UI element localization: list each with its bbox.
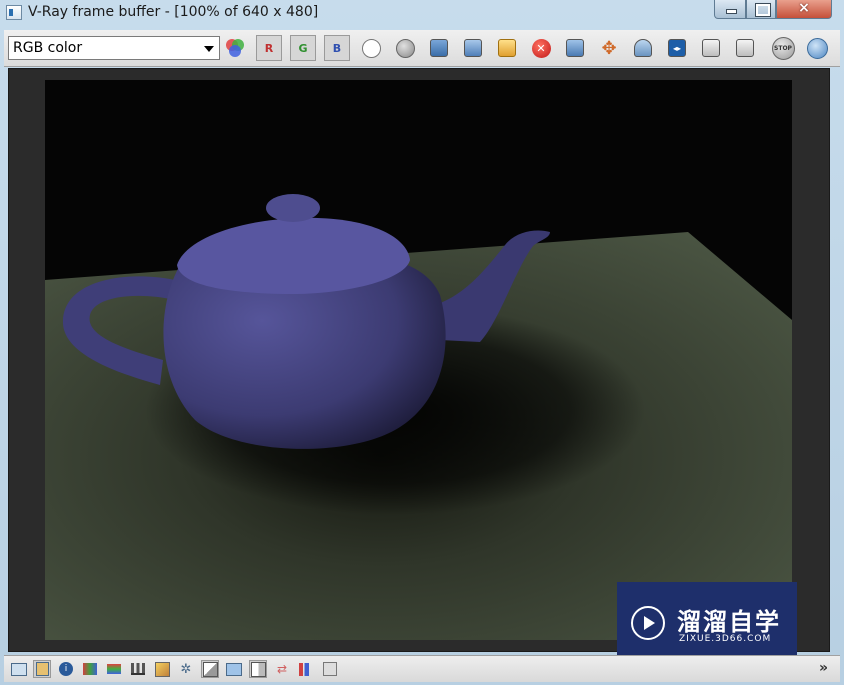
red-channel-label: R — [264, 41, 274, 55]
close-icon: × — [798, 0, 810, 16]
levels-icon[interactable] — [105, 660, 123, 678]
vray-frame-buffer-window: V-Ray frame buffer - [100% of 640 x 480]… — [0, 0, 844, 685]
save-image-button[interactable] — [426, 35, 452, 61]
show-history-icon — [736, 39, 754, 57]
link-to-max-fb-button[interactable]: ◂▸ — [664, 35, 690, 61]
info-icon[interactable]: i — [57, 660, 75, 678]
link-to-max-fb-icon: ◂▸ — [668, 39, 686, 57]
minimize-button[interactable] — [714, 0, 746, 19]
white-display-icon — [361, 38, 381, 58]
green-channel-button[interactable]: G — [290, 35, 316, 61]
title-bar[interactable]: V-Ray frame buffer - [100% of 640 x 480]… — [0, 0, 844, 28]
h-icon[interactable]: ⇄ — [273, 660, 291, 678]
watermark-title: 溜溜自学 — [677, 608, 781, 636]
settings-icon[interactable]: ✲ — [177, 660, 195, 678]
watermark-subtitle: ZIXUE.3D66.COM — [679, 634, 772, 644]
save-all-channels-button[interactable] — [460, 35, 486, 61]
alpha-display-icon — [395, 38, 415, 58]
compare-ab-icon[interactable] — [201, 660, 219, 678]
render-last-icon — [806, 37, 828, 59]
play-logo-icon — [631, 606, 665, 640]
stop-render-button[interactable]: STOP — [770, 35, 796, 61]
white-display-button[interactable] — [358, 35, 384, 61]
alpha-display-button[interactable] — [392, 35, 418, 61]
display-panel-icon[interactable] — [10, 660, 28, 678]
blue-channel-label: B — [332, 41, 342, 55]
horizontal-split-icon[interactable] — [249, 660, 267, 678]
color-corrections-icon[interactable] — [33, 660, 51, 678]
curve-icon[interactable] — [153, 660, 171, 678]
color-channels-icon — [226, 39, 244, 57]
blue-channel-button[interactable]: B — [324, 35, 350, 61]
duplicate-to-max-fb-icon — [566, 39, 584, 57]
track-mouse-render-button[interactable]: ✥ — [596, 35, 622, 61]
teapot-lid-knob — [266, 194, 320, 222]
chevron-down-icon — [204, 46, 214, 52]
color-channels-button[interactable] — [222, 35, 248, 61]
bottom-toolbar: i ✲ ⇄ » — [4, 655, 840, 682]
show-history-button[interactable] — [732, 35, 758, 61]
stop-render-icon: STOP — [771, 36, 795, 60]
render-viewport[interactable] — [8, 68, 830, 652]
display-lut-icon[interactable] — [225, 660, 243, 678]
save-image-icon — [430, 39, 448, 57]
render-last-button[interactable] — [804, 35, 830, 61]
maximize-icon — [755, 3, 771, 17]
save-all-channels-icon — [464, 39, 482, 57]
collapse-panel-icon[interactable]: » — [819, 660, 828, 676]
maximize-button[interactable] — [746, 0, 776, 19]
channel-select[interactable]: RGB color — [8, 36, 220, 60]
region-render-icon — [634, 39, 652, 57]
minimize-icon — [726, 9, 737, 14]
show-corrections-button[interactable] — [698, 35, 724, 61]
close-button[interactable]: × — [776, 0, 832, 19]
clear-image-button[interactable]: ✕ — [528, 35, 554, 61]
app-icon — [6, 5, 22, 20]
toolbar: RGB color R G B ✕ ✥ ◂▸ STOP — [4, 30, 840, 67]
show-corrections-icon — [702, 39, 720, 57]
teapot-render-svg — [45, 80, 792, 640]
channel-select-value: RGB color — [13, 40, 83, 56]
region-render-button[interactable] — [630, 35, 656, 61]
pixel-info-icon[interactable] — [81, 660, 99, 678]
rendered-image[interactable] — [45, 80, 792, 640]
swap-icon[interactable] — [297, 660, 315, 678]
histogram-icon[interactable] — [129, 660, 147, 678]
load-image-button[interactable] — [494, 35, 520, 61]
duplicate-to-max-fb-button[interactable] — [562, 35, 588, 61]
load-image-icon — [498, 39, 516, 57]
red-channel-button[interactable]: R — [256, 35, 282, 61]
bars-icon[interactable] — [321, 660, 339, 678]
green-channel-label: G — [298, 41, 308, 55]
window-title: V-Ray frame buffer - [100% of 640 x 480] — [28, 4, 319, 20]
track-mouse-render-icon: ✥ — [601, 37, 617, 59]
clear-image-icon: ✕ — [531, 38, 551, 58]
